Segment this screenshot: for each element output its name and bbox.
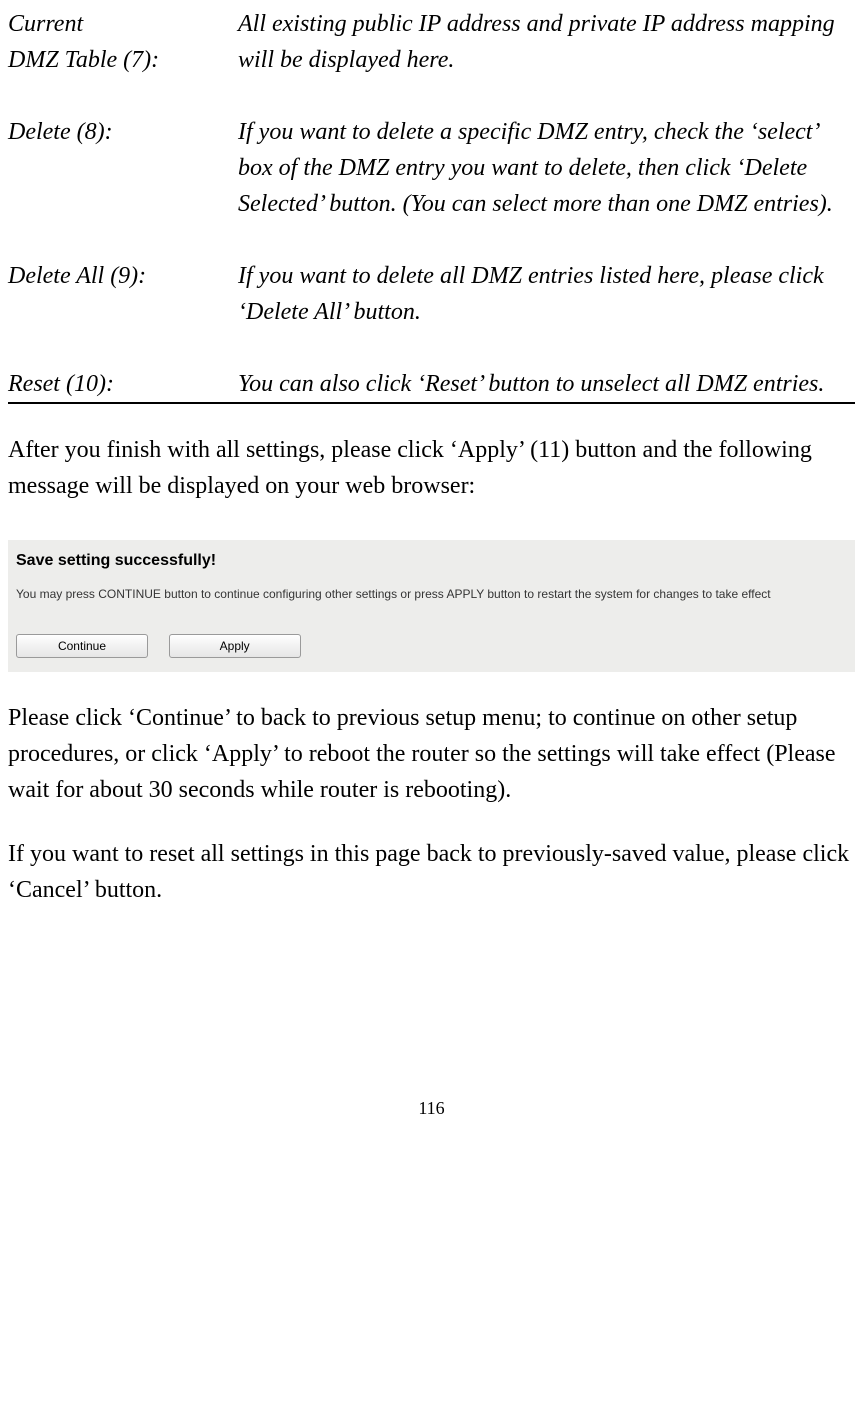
definition-row-reset: Reset (10): You can also click ‘Reset’ b… [8, 366, 855, 403]
paragraph-cancel: If you want to reset all settings in thi… [8, 836, 855, 908]
continue-button[interactable]: Continue [16, 634, 148, 658]
definition-description: If you want to delete a specific DMZ ent… [238, 114, 855, 222]
save-setting-dialog: Save setting successfully! You may press… [8, 540, 855, 672]
paragraph-apply-instruction: After you finish with all settings, plea… [8, 432, 855, 504]
definition-row-current-dmz-table: Current DMZ Table (7): All existing publ… [8, 6, 855, 78]
paragraph-continue-apply: Please click ‘Continue’ to back to previ… [8, 700, 855, 808]
definition-row-delete: Delete (8): If you want to delete a spec… [8, 114, 855, 222]
dialog-button-row: Continue Apply [8, 607, 855, 672]
definition-description: All existing public IP address and priva… [238, 6, 855, 78]
dialog-title: Save setting successfully! [8, 540, 855, 586]
definition-term: Delete (8): [8, 114, 238, 222]
definition-description: If you want to delete all DMZ entries li… [238, 258, 855, 330]
term-line-2: DMZ Table (7): [8, 42, 228, 78]
dialog-body-text: You may press CONTINUE button to continu… [8, 586, 855, 607]
definition-row-delete-all: Delete All (9): If you want to delete al… [8, 258, 855, 330]
definition-term: Reset (10): [8, 366, 238, 403]
page-number: 116 [8, 1098, 855, 1119]
definition-description: You can also click ‘Reset’ button to uns… [238, 366, 855, 403]
definition-term: Delete All (9): [8, 258, 238, 330]
definitions-table: Current DMZ Table (7): All existing publ… [8, 6, 855, 404]
apply-button[interactable]: Apply [169, 634, 301, 658]
term-line-1: Current [8, 6, 228, 42]
